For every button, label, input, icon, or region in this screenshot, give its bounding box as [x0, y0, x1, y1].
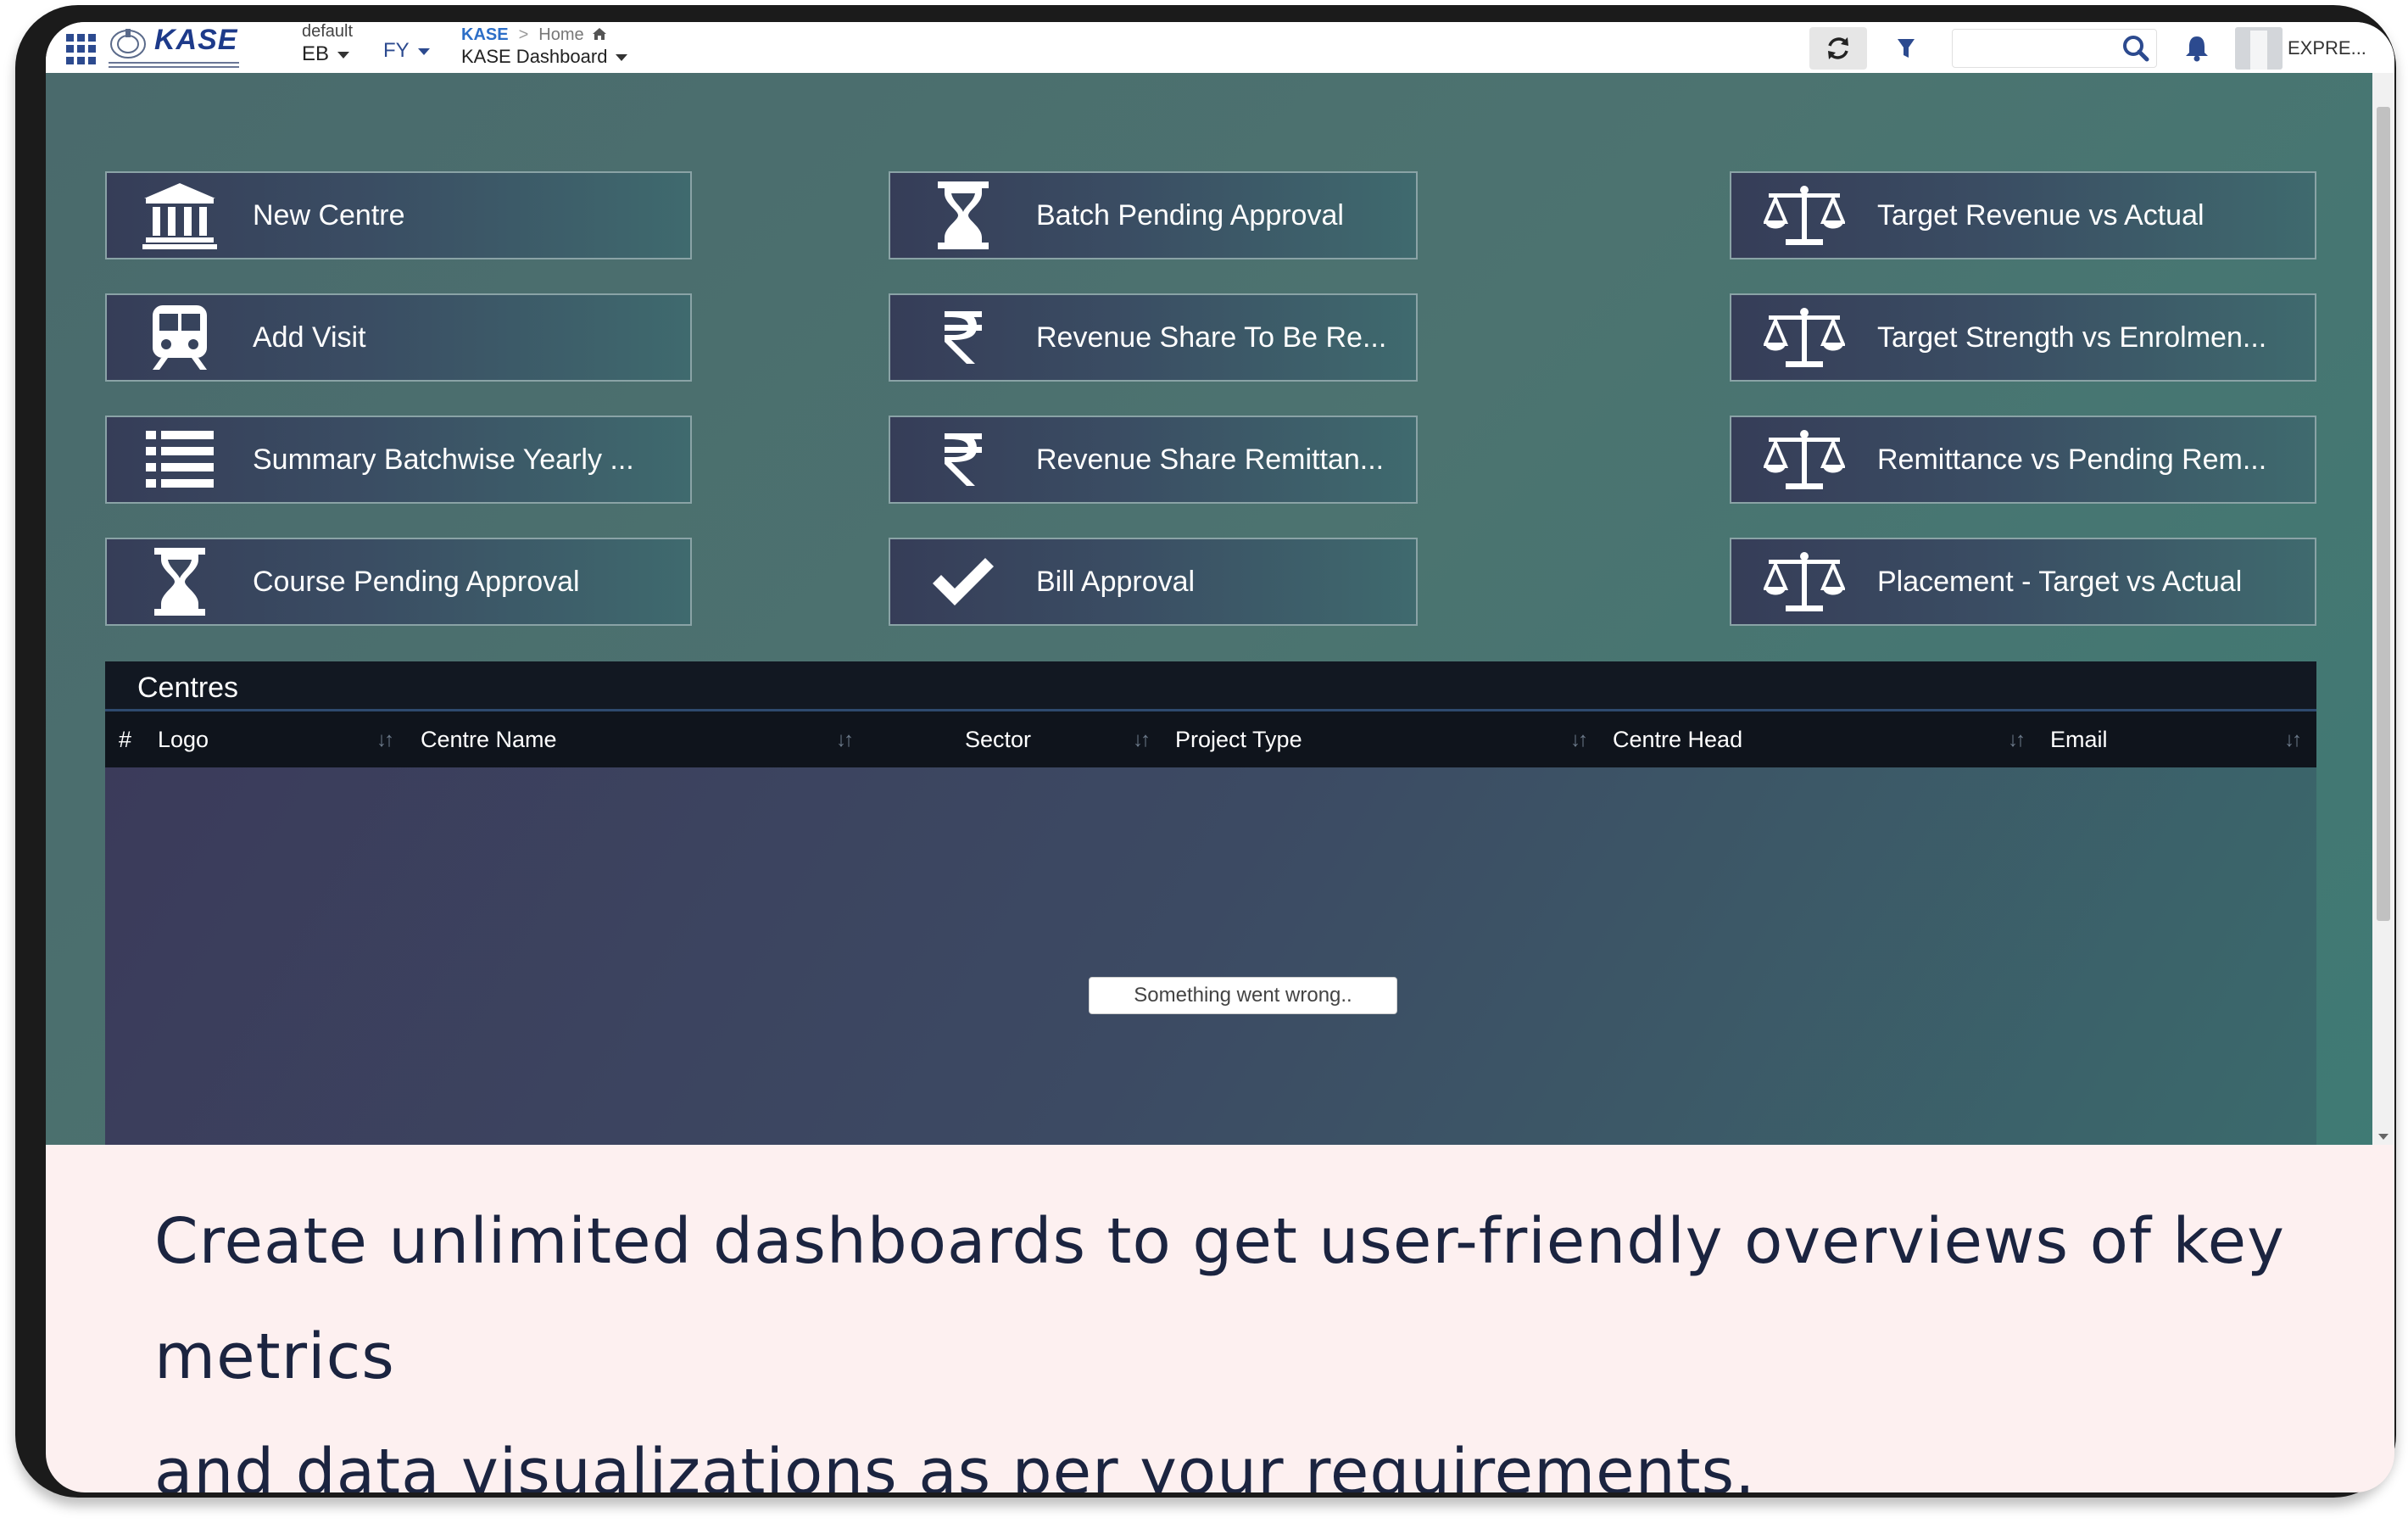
tile-label: Target Revenue vs Actual — [1877, 198, 2205, 232]
tile-summary-batchwise[interactable]: Summary Batchwise Yearly ... — [105, 416, 692, 504]
tile-label: Revenue Share To Be Re... — [1036, 321, 1387, 354]
org-selector[interactable]: EB — [302, 42, 350, 66]
logo-text: KASE — [154, 24, 238, 56]
table-title: Centres — [137, 672, 239, 704]
column-header-sector[interactable]: Sector — [965, 727, 1031, 753]
org-value: EB — [302, 42, 330, 65]
tile-revenue-share-remittance[interactable]: Revenue Share Remittan... — [889, 416, 1418, 504]
refresh-icon — [1828, 37, 1848, 59]
org-label: default — [302, 22, 354, 41]
filter-button[interactable] — [1877, 27, 1935, 70]
avatar[interactable] — [2235, 27, 2283, 70]
logo-subtitle — [109, 59, 239, 70]
tile-label: Remittance vs Pending Rem... — [1877, 443, 2267, 476]
tile-new-centre[interactable]: New Centre — [105, 171, 692, 259]
sort-icon[interactable]: ↓↑ — [836, 728, 854, 752]
sort-icon[interactable]: ↓↑ — [1570, 728, 1588, 752]
dashboard-selector[interactable]: KASE Dashboard — [461, 46, 628, 68]
bell-icon[interactable] — [2182, 34, 2211, 63]
tile-batch-pending-approval[interactable]: Batch Pending Approval — [889, 171, 1418, 259]
hourglass-icon — [107, 539, 253, 624]
tile-label: Revenue Share Remittan... — [1036, 443, 1385, 476]
chevron-down-icon — [337, 51, 350, 59]
scale-icon — [1731, 417, 1877, 502]
column-header-centre-head[interactable]: Centre Head — [1613, 727, 1742, 753]
tile-revenue-share-to-be-received[interactable]: Revenue Share To Be Re... — [889, 293, 1418, 382]
apps-grid-icon[interactable] — [66, 34, 97, 64]
caption-line-2: and data visualizations as per your requ… — [154, 1436, 1756, 1492]
scale-icon — [1731, 295, 1877, 380]
bank-icon — [107, 173, 253, 258]
tile-target-revenue-vs-actual[interactable]: Target Revenue vs Actual — [1730, 171, 2316, 259]
fy-label: FY — [383, 39, 410, 62]
sort-icon[interactable]: ↓↑ — [2284, 728, 2302, 752]
scrollbar-thumb[interactable] — [2377, 107, 2390, 921]
tile-label: Summary Batchwise Yearly ... — [253, 443, 634, 476]
vertical-scrollbar[interactable] — [2372, 73, 2394, 1145]
rupee-icon — [890, 417, 1036, 502]
breadcrumb: KASE > Home — [461, 25, 607, 45]
list-icon — [107, 417, 253, 502]
device-frame: KASE default EB FY KASE > Home KASE Dashbo… — [15, 5, 2396, 1498]
user-name[interactable]: EXPRE... — [2288, 37, 2366, 59]
breadcrumb-root[interactable]: KASE — [461, 25, 509, 44]
home-icon — [593, 28, 607, 40]
sort-icon[interactable]: ↓↑ — [376, 728, 394, 752]
fy-selector[interactable]: FY — [383, 39, 430, 63]
tile-label: New Centre — [253, 198, 405, 232]
breadcrumb-separator: > — [518, 25, 529, 44]
hourglass-icon — [890, 173, 1036, 258]
chevron-down-icon — [417, 47, 430, 55]
column-header-centre-name[interactable]: Centre Name — [421, 727, 557, 753]
caption: Create unlimited dashboards to get user-… — [154, 1184, 2325, 1492]
search-icon[interactable] — [2121, 33, 2151, 64]
check-icon — [890, 539, 1036, 624]
screen: KASE default EB FY KASE > Home KASE Dashbo… — [46, 22, 2394, 1492]
tile-label: Placement - Target vs Actual — [1877, 565, 2243, 598]
caption-line-1: Create unlimited dashboards to get user-… — [154, 1205, 2285, 1393]
error-message: Something went wrong.. — [1089, 977, 1397, 1014]
column-header-email[interactable]: Email — [2050, 727, 2108, 753]
tile-target-strength-vs-enrolment[interactable]: Target Strength vs Enrolmen... — [1730, 293, 2316, 382]
user-icon — [2250, 31, 2267, 70]
sort-icon[interactable]: ↓↑ — [1133, 728, 1151, 752]
tile-remittance-vs-pending-remittance[interactable]: Remittance vs Pending Rem... — [1730, 416, 2316, 504]
scale-icon — [1731, 539, 1877, 624]
column-header-project-type[interactable]: Project Type — [1175, 727, 1302, 753]
tile-placement-target-vs-actual[interactable]: Placement - Target vs Actual — [1730, 538, 2316, 626]
scroll-down-arrow-icon[interactable] — [2378, 1134, 2388, 1140]
search-field[interactable] — [1952, 29, 2157, 68]
column-header-number[interactable]: # — [119, 727, 131, 753]
emblem-icon — [110, 29, 146, 59]
table-title-bar: Centres — [105, 661, 2316, 711]
column-header-logo[interactable]: Logo — [158, 727, 209, 753]
tile-bill-approval[interactable]: Bill Approval — [889, 538, 1418, 626]
dashboard-area: New Centre Add Visit Summary Batchwise Y… — [46, 73, 2394, 1145]
chevron-down-icon — [616, 54, 628, 62]
rupee-icon — [890, 295, 1036, 380]
tile-label: Target Strength vs Enrolmen... — [1877, 321, 2267, 354]
tile-label: Bill Approval — [1036, 565, 1196, 598]
scale-icon — [1731, 173, 1877, 258]
table-header-row: # Logo ↓↑ Centre Name ↓↑ Sector ↓↑ Proje… — [105, 711, 2316, 767]
sort-icon[interactable]: ↓↑ — [2008, 728, 2026, 752]
filter-icon — [1898, 39, 1915, 58]
top-bar: KASE default EB FY KASE > Home KASE Dashbo… — [46, 22, 2394, 74]
tile-label: Course Pending Approval — [253, 565, 580, 598]
centres-table: Centres # Logo ↓↑ Centre Name ↓↑ Sector … — [105, 661, 2316, 1145]
refresh-button[interactable] — [1809, 27, 1867, 70]
dashboard-title: KASE Dashboard — [461, 46, 608, 67]
train-icon — [107, 295, 253, 380]
search-input[interactable] — [1956, 33, 2112, 64]
tile-label: Add Visit — [253, 321, 366, 354]
breadcrumb-current[interactable]: Home — [538, 25, 583, 44]
tile-course-pending-approval[interactable]: Course Pending Approval — [105, 538, 692, 626]
tile-label: Batch Pending Approval — [1036, 198, 1344, 232]
tile-add-visit[interactable]: Add Visit — [105, 293, 692, 382]
kase-logo[interactable]: KASE — [103, 24, 244, 71]
